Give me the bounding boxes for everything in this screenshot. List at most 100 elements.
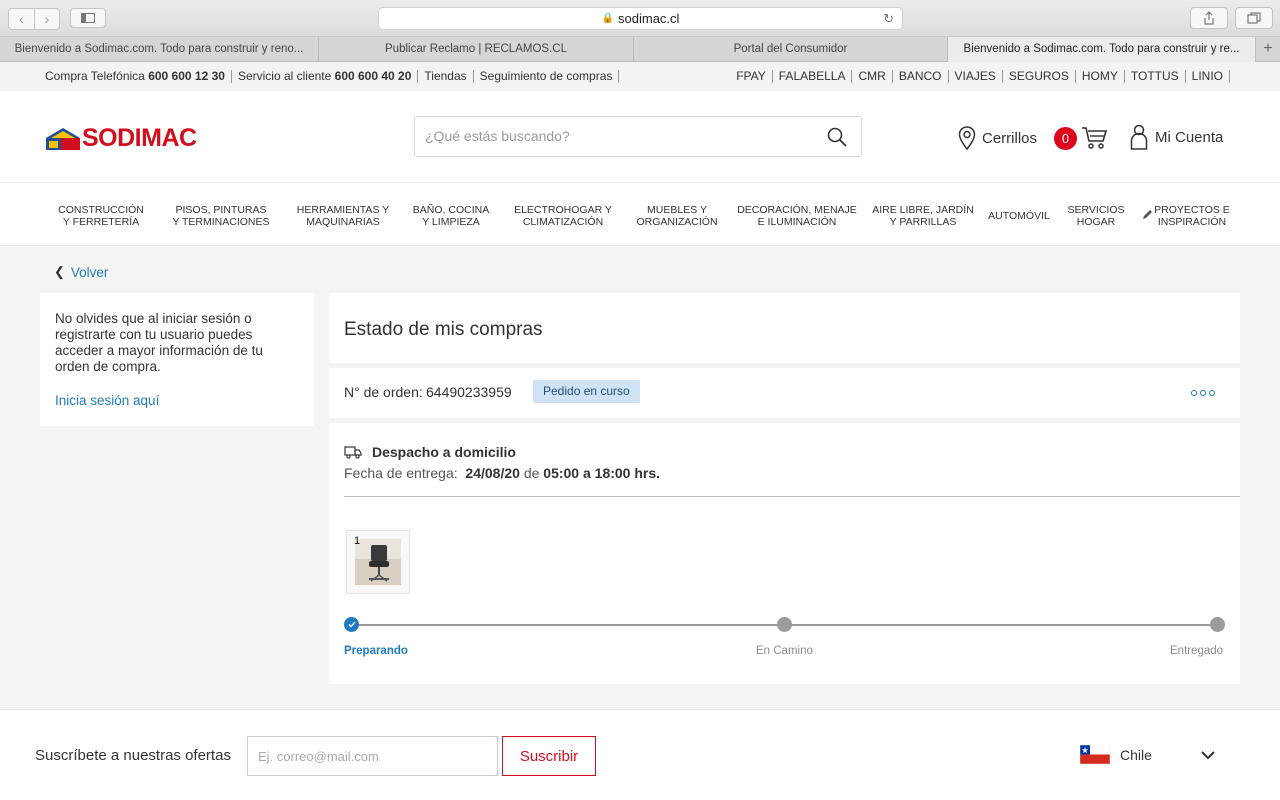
- search-box: [414, 116, 862, 157]
- stores-link[interactable]: Tiendas: [418, 70, 474, 83]
- delivery-date-row: Fecha de entrega: 24/08/20 de 05:00 a 18…: [344, 465, 660, 481]
- step-label-preparando: Preparando: [344, 645, 408, 657]
- forward-arrow-icon[interactable]: ›: [34, 9, 59, 29]
- delivery-type: Despacho a domicilio: [372, 444, 516, 460]
- category-electrohogar[interactable]: ELECTROHOGAR Y CLIMATIZACIÓN: [513, 204, 613, 228]
- login-link[interactable]: Inicia sesión aquí: [55, 393, 299, 408]
- reload-icon[interactable]: ↻: [883, 11, 894, 27]
- phone-sales[interactable]: Compra Telefónica 600 600 12 30: [45, 70, 232, 83]
- brand-link[interactable]: TOTTUS: [1125, 70, 1186, 83]
- order-number-label: N° de orden:: [344, 384, 423, 400]
- order-tracking-link[interactable]: Seguimiento de compras: [474, 70, 620, 83]
- back-label: Volver: [70, 264, 109, 280]
- sidebar-toggle-icon[interactable]: [70, 8, 106, 28]
- step-label-entregado: Entregado: [1170, 645, 1224, 657]
- delivery-date-label: Fecha de entrega:: [344, 465, 458, 481]
- login-message: No olvides que al iniciar sesión o regis…: [55, 311, 263, 374]
- delivery-date: 24/08/20: [465, 465, 520, 481]
- top-info-bar: Compra Telefónica 600 600 12 30 Servicio…: [0, 62, 1280, 91]
- delivery-card: Despacho a domicilio Fecha de entrega: 2…: [329, 423, 1240, 684]
- tab-bar: Bienvenido a Sodimac.com. Todo para cons…: [0, 37, 1280, 62]
- title-card: Estado de mis compras: [329, 293, 1240, 363]
- more-options-icon[interactable]: [1191, 390, 1215, 396]
- logo-text: SODIMAC: [82, 124, 197, 152]
- category-servicios[interactable]: SERVICIOS HOGAR: [1064, 204, 1128, 228]
- site-header: SODIMAC Cerrillos 0 Mi Cuenta: [0, 91, 1280, 183]
- delivery-header: Despacho a domicilio: [344, 444, 516, 460]
- page-title: Estado de mis compras: [344, 319, 543, 340]
- category-bano-cocina[interactable]: BAÑO, COCINA Y LIMPIEZA: [410, 204, 492, 228]
- shopping-cart-icon: [1082, 127, 1107, 149]
- login-reminder-card: No olvides que al iniciar sesión o regis…: [40, 293, 314, 426]
- subscribe-label: Suscríbete a nuestras ofertas: [35, 747, 231, 764]
- chevron-down-icon[interactable]: [1200, 750, 1216, 760]
- check-icon: [348, 621, 355, 628]
- nav-buttons: ‹ ›: [8, 8, 60, 30]
- location-pin-icon: [958, 126, 976, 150]
- category-proyectos[interactable]: PROYECTOS E INSPIRACIÓN: [1154, 204, 1230, 228]
- brand-link[interactable]: BANCO: [893, 70, 949, 83]
- account-button[interactable]: Mi Cuenta: [1130, 124, 1223, 150]
- back-arrow-icon[interactable]: ‹: [9, 9, 34, 29]
- step-label-en-camino: En Camino: [756, 645, 813, 657]
- new-tab-icon[interactable]: +: [1256, 37, 1280, 62]
- browser-tab[interactable]: Bienvenido a Sodimac.com. Todo para cons…: [0, 37, 319, 62]
- delivery-de: de: [523, 465, 540, 481]
- sodimac-logo[interactable]: SODIMAC: [45, 124, 197, 153]
- category-herramientas[interactable]: HERRAMIENTAS Y MAQUINARIAS: [296, 204, 390, 228]
- customer-service-number: 600 600 40 20: [334, 69, 412, 83]
- order-number: 64490233959: [426, 384, 512, 400]
- tabs-overview-icon[interactable]: [1235, 7, 1273, 29]
- brand-link[interactable]: VIAJES: [949, 70, 1003, 83]
- product-quantity: 1: [354, 535, 361, 547]
- cart-button[interactable]: 0: [1054, 126, 1107, 150]
- category-pisos[interactable]: PISOS, PINTURAS Y TERMINACIONES: [171, 204, 271, 228]
- chevron-left-icon: ❮: [54, 264, 65, 279]
- truck-icon: [344, 445, 362, 459]
- category-construccion[interactable]: CONSTRUCCIÓN Y FERRETERÍA: [55, 204, 147, 228]
- category-decoracion[interactable]: DECORACIÓN, MENAJE E ILUMINACIÓN: [735, 204, 859, 228]
- brand-link[interactable]: LINIO: [1186, 70, 1230, 83]
- browser-tab[interactable]: Publicar Reclamo | RECLAMOS.CL: [319, 37, 634, 62]
- brand-link[interactable]: FPAY: [730, 70, 773, 83]
- category-aire-libre[interactable]: AIRE LIBRE, JARDÍN Y PARRILLAS: [872, 204, 974, 228]
- brand-link[interactable]: SEGUROS: [1003, 70, 1076, 83]
- brand-link[interactable]: HOMY: [1076, 70, 1125, 83]
- browser-tab[interactable]: Portal del Consumidor: [634, 37, 948, 62]
- step-dot-entregado: [1210, 617, 1225, 632]
- order-card: N° de orden: 64490233959 Pedido en curso: [329, 368, 1240, 418]
- chile-flag-icon: [1080, 745, 1110, 764]
- share-icon[interactable]: [1190, 7, 1228, 29]
- newsletter-footer: Suscríbete a nuestras ofertas Suscribir …: [0, 709, 1280, 800]
- category-automovil[interactable]: AUTOMÓVIL: [985, 210, 1053, 222]
- delivery-time: 05:00 a 18:00 hrs.: [543, 465, 661, 481]
- step-dot-preparando: [344, 617, 359, 632]
- country-selector[interactable]: Chile: [1080, 745, 1152, 764]
- customer-service-label: Servicio al cliente: [237, 69, 332, 83]
- lock-icon: 🔒: [601, 13, 615, 24]
- category-nav: CONSTRUCCIÓN Y FERRETERÍA PISOS, PINTURA…: [0, 183, 1280, 246]
- divider: [344, 496, 1240, 497]
- category-muebles[interactable]: MUEBLES Y ORGANIZACIÓN: [632, 204, 722, 228]
- store-location[interactable]: Cerrillos: [958, 126, 1037, 150]
- address-bar[interactable]: 🔒 sodimac.cl ↻: [378, 7, 903, 30]
- subscribe-button[interactable]: Suscribir: [502, 736, 596, 776]
- phone-sales-label: Compra Telefónica: [45, 69, 145, 83]
- search-input[interactable]: [415, 117, 805, 155]
- back-link[interactable]: ❮ Volver: [54, 264, 108, 280]
- step-dot-en-camino: [777, 617, 792, 632]
- status-badge: Pedido en curso: [533, 380, 640, 403]
- order-status-page: ❮ Volver No olvides que al iniciar sesió…: [0, 246, 1280, 709]
- browser-tab-active[interactable]: Bienvenido a Sodimac.com. Todo para cons…: [948, 37, 1256, 62]
- country-label: Chile: [1120, 746, 1152, 763]
- brand-link[interactable]: FALABELLA: [773, 70, 853, 83]
- customer-service[interactable]: Servicio al cliente 600 600 40 20: [232, 69, 419, 83]
- product-thumbnail[interactable]: 1: [346, 530, 410, 594]
- search-icon[interactable]: [827, 127, 847, 147]
- location-label: Cerrillos: [982, 129, 1038, 147]
- brand-link[interactable]: CMR: [852, 70, 893, 83]
- phone-sales-number: 600 600 12 30: [148, 69, 225, 83]
- account-label: Mi Cuenta: [1155, 128, 1224, 146]
- browser-toolbar: ‹ › 🔒 sodimac.cl ↻: [0, 0, 1280, 37]
- email-field[interactable]: [247, 736, 498, 776]
